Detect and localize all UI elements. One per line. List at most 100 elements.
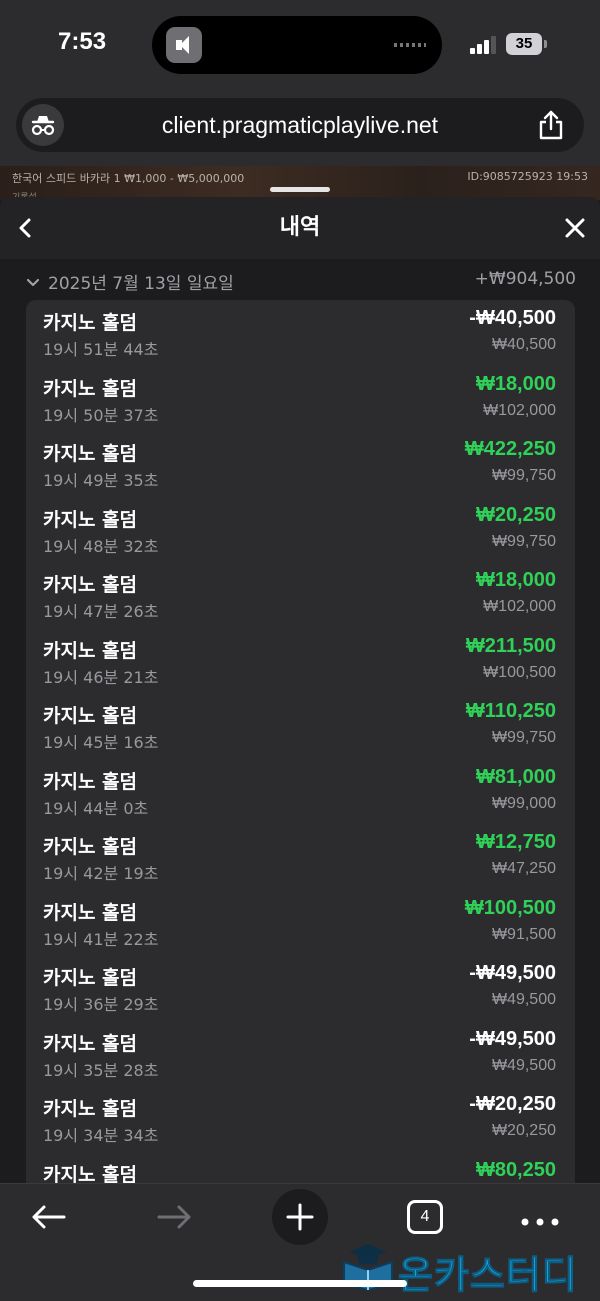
transaction-name: 카지노 홀덤: [43, 574, 138, 596]
transaction-bet-amount: ₩20,250: [491, 1122, 556, 1139]
chevron-down-icon[interactable]: [26, 273, 40, 292]
battery-icon: 35: [506, 33, 542, 55]
transaction-amount: ₩81,000: [475, 765, 556, 788]
transaction-name: 카지노 홀덤: [43, 1163, 138, 1184]
transaction-amount: ₩100,500: [464, 896, 556, 919]
transaction-bet-amount: ₩100,500: [483, 663, 556, 681]
tab-count-button[interactable]: 4: [407, 1200, 443, 1234]
transaction-amount: ₩422,250: [464, 438, 556, 460]
date-total: +₩904,500: [474, 269, 576, 289]
transaction-bet-amount: ₩91,500: [491, 925, 556, 943]
transaction-time: 19시 42분 19초: [43, 864, 159, 883]
forward-arrow-icon[interactable]: [155, 1202, 193, 1236]
transaction-row[interactable]: 카지노 홀덤 19시 45분 16초 ₩110,250 ₩99,750: [26, 693, 575, 759]
transaction-bet-amount: ₩47,250: [491, 860, 556, 877]
transaction-bet-amount: ₩102,000: [483, 598, 556, 615]
browser-toolbar: 4 온카스터디: [0, 1183, 600, 1301]
transaction-list: 카지노 홀덤 19시 51분 44초 -₩40,500 ₩40,500 카지노 홀덤 19…: [26, 300, 575, 1183]
transaction-amount: -₩49,500: [469, 1027, 556, 1050]
watermark-logo: 온카스터디: [340, 1240, 596, 1298]
watermark-text: 온카스터디: [398, 1253, 578, 1298]
speaker-icon: [166, 27, 202, 63]
transaction-amount: ₩80,250: [475, 1158, 556, 1181]
transaction-time: 19시 49분 35초: [43, 471, 159, 490]
game-header-strip: 한국어 스피드 바카라 1 ₩1,000 - ₩5,000,000 ID:908…: [0, 166, 600, 200]
transaction-name: 카지노 홀덤: [43, 508, 138, 531]
transaction-amount: -₩40,500: [469, 307, 556, 329]
home-indicator: [193, 1280, 407, 1287]
transaction-time: 19시 35분 28초: [43, 1060, 159, 1080]
transaction-time: 19시 45분 16초: [43, 733, 159, 752]
transaction-name: 카지노 홀덤: [43, 639, 138, 662]
transaction-row[interactable]: 카지노 홀덤 19시 51분 44초 -₩40,500 ₩40,500: [26, 300, 575, 366]
cellular-signal-icon: [470, 34, 498, 54]
back-arrow-icon[interactable]: [30, 1202, 68, 1236]
close-icon[interactable]: [564, 217, 586, 243]
transaction-amount: -₩49,500: [469, 962, 556, 984]
transaction-amount: ₩211,500: [465, 634, 556, 657]
dynamic-island: [152, 16, 442, 74]
date-group-header[interactable]: 2025년 7월 13일 일요일 +₩904,500: [0, 261, 600, 297]
transaction-row[interactable]: 카지노 홀덤 19시 35분 28초 -₩49,500 ₩49,500: [26, 1021, 575, 1087]
url-text[interactable]: client.pragmaticplaylive.net: [86, 98, 514, 152]
transaction-name: 카지노 홀덤: [43, 836, 138, 858]
transaction-bet-amount: ₩99,750: [491, 467, 556, 484]
transaction-time: 19시 51분 44초: [43, 340, 159, 359]
transaction-name: 카지노 홀덤: [43, 705, 138, 727]
transaction-amount: ₩110,250: [465, 700, 556, 722]
incognito-icon[interactable]: [22, 104, 64, 146]
sheet-header: 내역: [0, 197, 600, 259]
transaction-bet-amount: ₩49,500: [491, 1056, 556, 1074]
transaction-row[interactable]: 카지노 홀덤 19시 49분 35초 ₩422,250 ₩99,750: [26, 431, 575, 497]
transaction-row[interactable]: 카지노 홀덤 19시 41분 22초 ₩100,500 ₩91,500: [26, 890, 575, 956]
transaction-row[interactable]: 카지노 홀덤 ₩80,250: [26, 1152, 575, 1184]
transaction-row[interactable]: 카지노 홀덤 19시 44분 0초 ₩81,000 ₩99,000: [26, 759, 575, 825]
transaction-time: 19시 34분 34초: [43, 1126, 159, 1145]
transaction-name: 카지노 홀덤: [43, 1032, 138, 1055]
plus-icon: [286, 1203, 314, 1231]
transaction-row[interactable]: 카지노 홀덤 19시 46분 21초 ₩211,500 ₩100,500: [26, 628, 575, 694]
transaction-name: 카지노 홀덤: [43, 1098, 138, 1120]
transaction-amount: ₩12,750: [475, 831, 556, 853]
share-icon[interactable]: [538, 110, 564, 144]
transaction-row[interactable]: 카지노 홀덤 19시 47분 26초 ₩18,000 ₩102,000: [26, 562, 575, 628]
browser-address-area: client.pragmaticplaylive.net: [0, 90, 600, 166]
address-bar[interactable]: client.pragmaticplaylive.net: [16, 98, 584, 152]
transaction-time: 19시 46분 21초: [43, 667, 159, 687]
sheet-drag-handle[interactable]: [270, 187, 330, 192]
transaction-row[interactable]: 카지노 홀덤 19시 42분 19초 ₩12,750 ₩47,250: [26, 824, 575, 890]
transaction-time: 19시 50분 37초: [43, 405, 159, 425]
transaction-bet-amount: ₩40,500: [491, 336, 556, 353]
transaction-time: 19시 36분 29초: [43, 995, 159, 1014]
transaction-bet-amount: ₩102,000: [483, 401, 556, 419]
game-title: 한국어 스피드 바카라 1 ₩1,000 - ₩5,000,000: [12, 172, 245, 185]
transaction-name: 카지노 홀덤: [43, 377, 138, 400]
transaction-row[interactable]: 카지노 홀덤 19시 48분 32초 ₩20,250 ₩99,750: [26, 497, 575, 563]
transaction-time: 19시 41분 22초: [43, 929, 159, 949]
transaction-amount: -₩20,250: [469, 1093, 556, 1115]
transaction-row[interactable]: 카지노 홀덤 19시 36분 29초 -₩49,500 ₩49,500: [26, 955, 575, 1021]
new-tab-button[interactable]: [272, 1189, 328, 1245]
back-chevron-icon[interactable]: [16, 217, 34, 243]
transaction-amount: ₩18,000: [475, 569, 556, 591]
transaction-name: 카지노 홀덤: [43, 312, 138, 334]
battery-tip: [544, 40, 547, 48]
transaction-time: 19시 47분 26초: [43, 602, 159, 621]
date-label: 2025년 7월 13일 일요일: [48, 274, 234, 294]
transaction-name: 카지노 홀덤: [43, 770, 138, 793]
status-time: 7:53: [58, 28, 107, 55]
transaction-row[interactable]: 카지노 홀덤 19시 50분 37초 ₩18,000 ₩102,000: [26, 366, 575, 432]
transaction-name: 카지노 홀덤: [43, 443, 138, 465]
transaction-amount: ₩18,000: [475, 372, 556, 395]
transaction-bet-amount: ₩99,750: [491, 729, 556, 746]
history-sheet: 내역 2025년 7월 13일 일요일 +₩904,500 카지노 홀덤 19시 …: [0, 197, 600, 1183]
transaction-time: 19시 44분 0초: [43, 798, 149, 818]
activity-dots-icon: [394, 43, 426, 47]
transaction-amount: ₩20,250: [475, 503, 556, 526]
transaction-name: 카지노 홀덤: [43, 967, 138, 989]
transaction-row[interactable]: 카지노 홀덤 19시 34분 34초 -₩20,250 ₩20,250: [26, 1086, 575, 1152]
sheet-title: 내역: [279, 215, 321, 240]
more-icon[interactable]: [520, 1212, 560, 1231]
transaction-bet-amount: ₩49,500: [491, 991, 556, 1008]
transaction-bet-amount: ₩99,750: [491, 532, 556, 550]
